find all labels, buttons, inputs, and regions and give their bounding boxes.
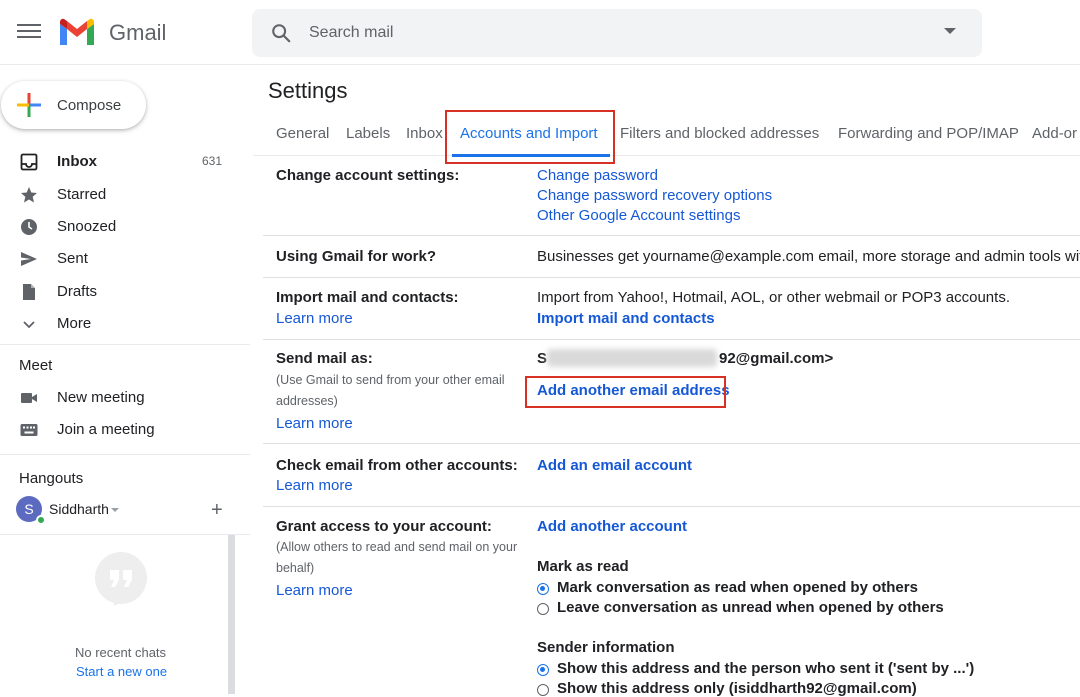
sidebar-scrollbar[interactable] <box>228 535 235 694</box>
mark-read-option-label[interactable]: Mark conversation as read when opened by… <box>557 579 918 596</box>
change-account-label: Change account settings: <box>276 167 460 184</box>
learn-more-link[interactable]: Learn more <box>276 310 353 327</box>
check-email-label: Check email from other accounts: <box>276 457 518 474</box>
online-status-dot <box>36 515 46 525</box>
sidebar-divider <box>0 454 250 455</box>
change-password-link[interactable]: Change password <box>537 167 658 184</box>
page-title: Settings <box>268 78 348 103</box>
google-account-settings-link[interactable]: Other Google Account settings <box>537 207 740 224</box>
gmail-work-text: Businesses get yourname@example.com emai… <box>537 248 1080 265</box>
tab-general[interactable]: General <box>276 125 329 142</box>
learn-more-link[interactable]: Learn more <box>276 477 353 494</box>
grant-access-label: Grant access to your account: <box>276 518 492 535</box>
sidebar-item-sent[interactable]: Sent <box>0 243 240 275</box>
hamburger-icon <box>17 24 41 26</box>
sidebar-item-label: Sent <box>57 250 88 267</box>
draft-icon <box>23 284 35 300</box>
grant-access-sublabel: behalf) <box>276 561 315 575</box>
sidebar-item-label: New meeting <box>57 389 145 406</box>
row-divider <box>263 339 1080 340</box>
inbox-icon <box>20 153 38 171</box>
import-mail-contacts-link[interactable]: Import mail and contacts <box>537 310 715 327</box>
send-mail-as-sublabel: (Use Gmail to send from your other email <box>276 373 505 387</box>
sidebar-item-drafts[interactable]: Drafts <box>0 276 240 308</box>
chevron-down-icon <box>23 321 35 329</box>
star-icon <box>21 187 37 203</box>
tab-inbox[interactable]: Inbox <box>406 125 443 142</box>
send-mail-as-label: Send mail as: <box>276 350 373 367</box>
sender-info-title: Sender information <box>537 639 675 656</box>
add-chat-button[interactable]: + <box>211 499 223 522</box>
tab-filters[interactable]: Filters and blocked addresses <box>620 125 819 142</box>
gmail-logo-icon <box>60 18 94 45</box>
send-as-email-suffix: 92@gmail.com> <box>719 350 834 367</box>
no-chats-text: No recent chats <box>75 645 167 660</box>
sidebar-item-label: Inbox <box>57 153 97 170</box>
main-menu-button[interactable] <box>14 20 44 46</box>
search-icon[interactable] <box>270 22 292 44</box>
show-address-only-label[interactable]: Show this address only (isiddharth92@gma… <box>557 680 917 697</box>
video-camera-icon <box>21 393 37 403</box>
sidebar-item-label: Drafts <box>57 283 98 300</box>
compose-button[interactable]: Compose <box>1 81 146 129</box>
import-description: Import from Yahoo!, Hotmail, AOL, or oth… <box>537 289 1010 306</box>
tab-labels[interactable]: Labels <box>346 125 390 142</box>
clock-icon <box>21 219 37 235</box>
row-divider <box>263 277 1080 278</box>
tabs-divider <box>253 155 1080 156</box>
redacted-email-blur <box>547 349 717 367</box>
sidebar-item-new-meeting[interactable]: New meeting <box>0 382 240 414</box>
sidebar-divider <box>0 534 250 535</box>
chat-bubble-icon <box>95 552 147 606</box>
gmail-work-label: Using Gmail for work? <box>276 248 437 265</box>
mark-as-read-title: Mark as read <box>537 558 629 575</box>
show-address-and-sender-radio[interactable] <box>537 664 549 676</box>
search-options-caret-icon[interactable] <box>944 28 956 34</box>
show-address-only-radio[interactable] <box>537 684 549 696</box>
sidebar-item-label: Snoozed <box>57 218 117 235</box>
add-another-account-link[interactable]: Add another account <box>537 518 687 535</box>
sidebar-item-inbox[interactable]: Inbox 631 <box>0 146 240 178</box>
highlight-box <box>525 376 726 408</box>
sidebar-item-label: More <box>57 315 92 332</box>
row-divider <box>263 443 1080 444</box>
caret-down-icon[interactable] <box>111 508 119 512</box>
header-divider <box>0 64 1080 65</box>
compose-label: Compose <box>57 97 122 114</box>
hangouts-user-name[interactable]: Siddharth <box>49 501 109 517</box>
row-divider <box>263 506 1080 507</box>
import-label: Import mail and contacts: <box>276 289 459 306</box>
highlight-box <box>445 110 615 164</box>
inbox-count: 631 <box>201 154 222 168</box>
sidebar-item-starred[interactable]: Starred <box>0 179 240 211</box>
tab-forwarding[interactable]: Forwarding and POP/IMAP <box>838 125 1019 142</box>
row-divider <box>263 235 1080 236</box>
recovery-options-link[interactable]: Change password recovery options <box>537 187 772 204</box>
sidebar-item-label: Starred <box>57 186 107 203</box>
tab-addons[interactable]: Add-or <box>1032 125 1077 142</box>
plus-icon <box>17 93 41 117</box>
grant-access-sublabel: (Allow others to read and send mail on y… <box>276 540 518 554</box>
add-email-account-link[interactable]: Add an email account <box>537 457 692 474</box>
leave-unread-radio[interactable] <box>537 603 549 615</box>
sidebar-divider <box>0 344 250 345</box>
learn-more-link[interactable]: Learn more <box>276 415 353 432</box>
sidebar-item-more[interactable]: More <box>0 308 240 340</box>
hangouts-section-title: Hangouts <box>19 470 84 487</box>
sidebar-item-snoozed[interactable]: Snoozed <box>0 211 240 243</box>
keyboard-icon <box>20 424 38 436</box>
send-as-email-prefix: S <box>537 350 548 367</box>
leave-unread-option-label[interactable]: Leave conversation as unread when opened… <box>557 599 944 616</box>
mark-read-radio[interactable] <box>537 583 549 595</box>
show-address-and-sender-label[interactable]: Show this address and the person who sen… <box>557 660 974 677</box>
send-icon <box>21 252 37 266</box>
learn-more-link[interactable]: Learn more <box>276 582 353 599</box>
start-new-chat-link[interactable]: Start a new one <box>76 664 167 679</box>
meet-section-title: Meet <box>19 357 53 374</box>
sidebar-item-label: Join a meeting <box>57 421 155 438</box>
sidebar-item-join-meeting[interactable]: Join a meeting <box>0 414 240 446</box>
search-input[interactable]: Search mail <box>309 24 393 42</box>
send-mail-as-sublabel: addresses) <box>276 394 338 408</box>
app-name: Gmail <box>109 20 167 45</box>
